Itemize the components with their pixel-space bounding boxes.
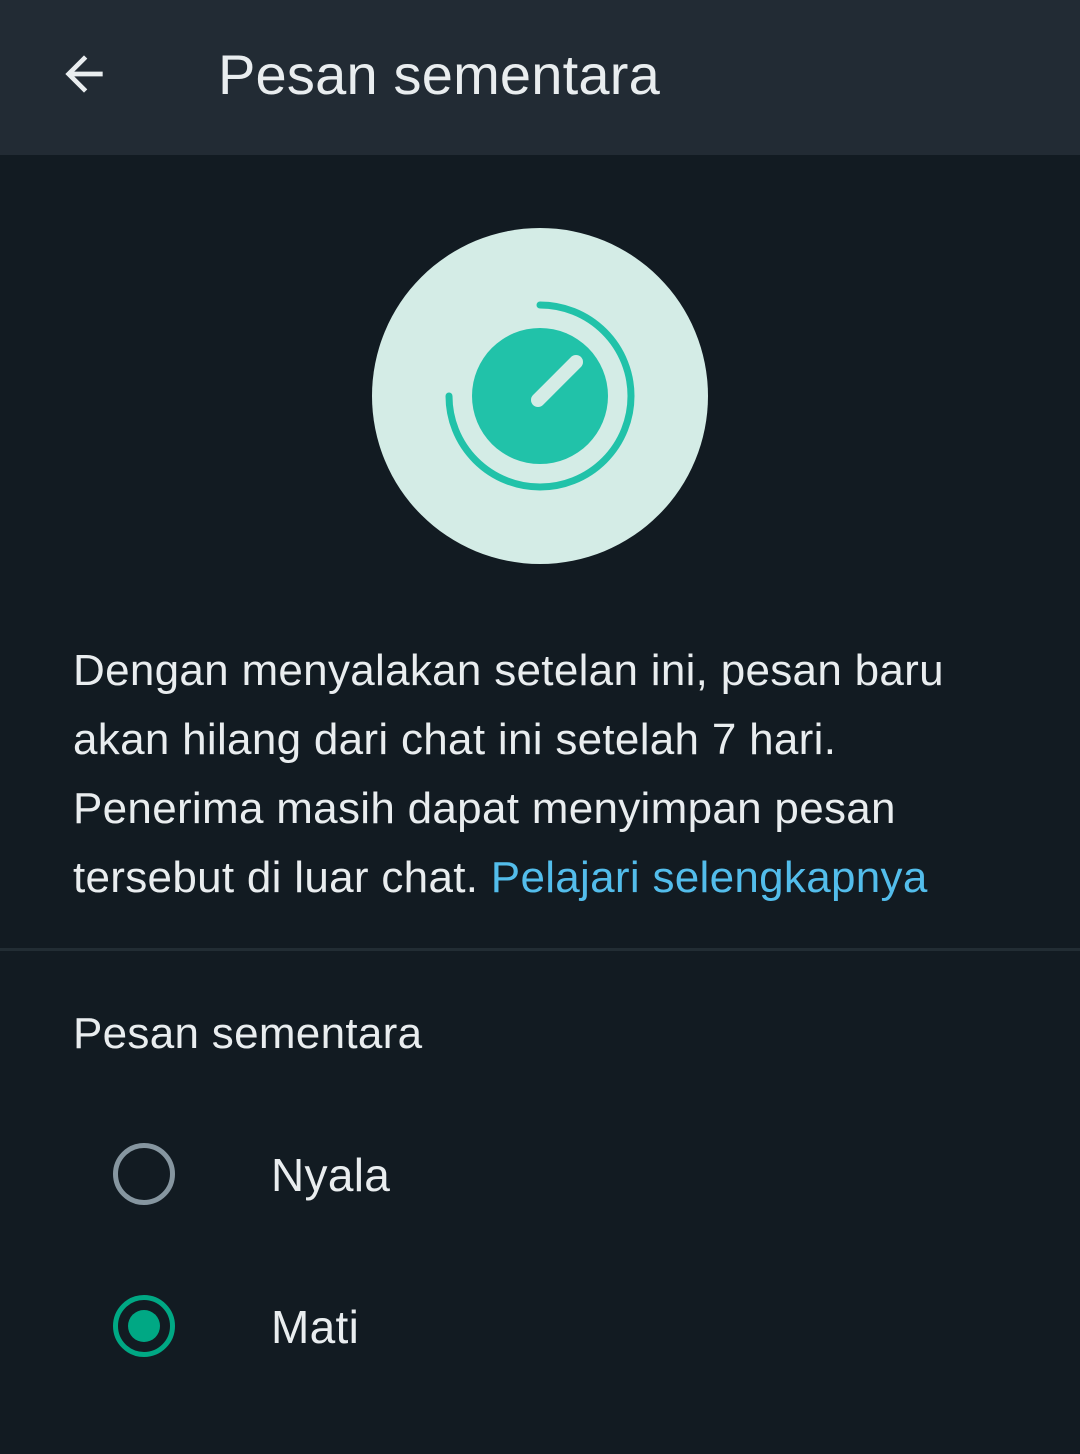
description-text: Dengan menyalakan setelan ini, pesan bar… (73, 636, 1033, 912)
arrow-back-icon (65, 55, 103, 93)
option-label-mati: Mati (271, 1301, 360, 1353)
learn-more-link[interactable]: Pelajari selengkapnya (491, 853, 928, 902)
radio-mati[interactable] (113, 1295, 175, 1357)
option-mati[interactable]: Mati (0, 1252, 1080, 1402)
radio-nyala[interactable] (113, 1143, 175, 1205)
section-title: Pesan sementara (73, 1009, 423, 1058)
page-title: Pesan sementara (218, 43, 660, 106)
option-nyala[interactable]: Nyala (0, 1100, 1080, 1250)
disappearing-messages-screen: Pesan sementara Dengan menyalakan setela… (0, 0, 1080, 1454)
option-label-nyala: Nyala (271, 1149, 391, 1201)
divider (0, 948, 1080, 951)
radio-selected-dot (128, 1310, 160, 1342)
app-bar: Pesan sementara (0, 0, 1080, 155)
back-button[interactable] (40, 30, 128, 118)
disappearing-timer-icon (372, 228, 708, 564)
hero-illustration (372, 228, 708, 564)
